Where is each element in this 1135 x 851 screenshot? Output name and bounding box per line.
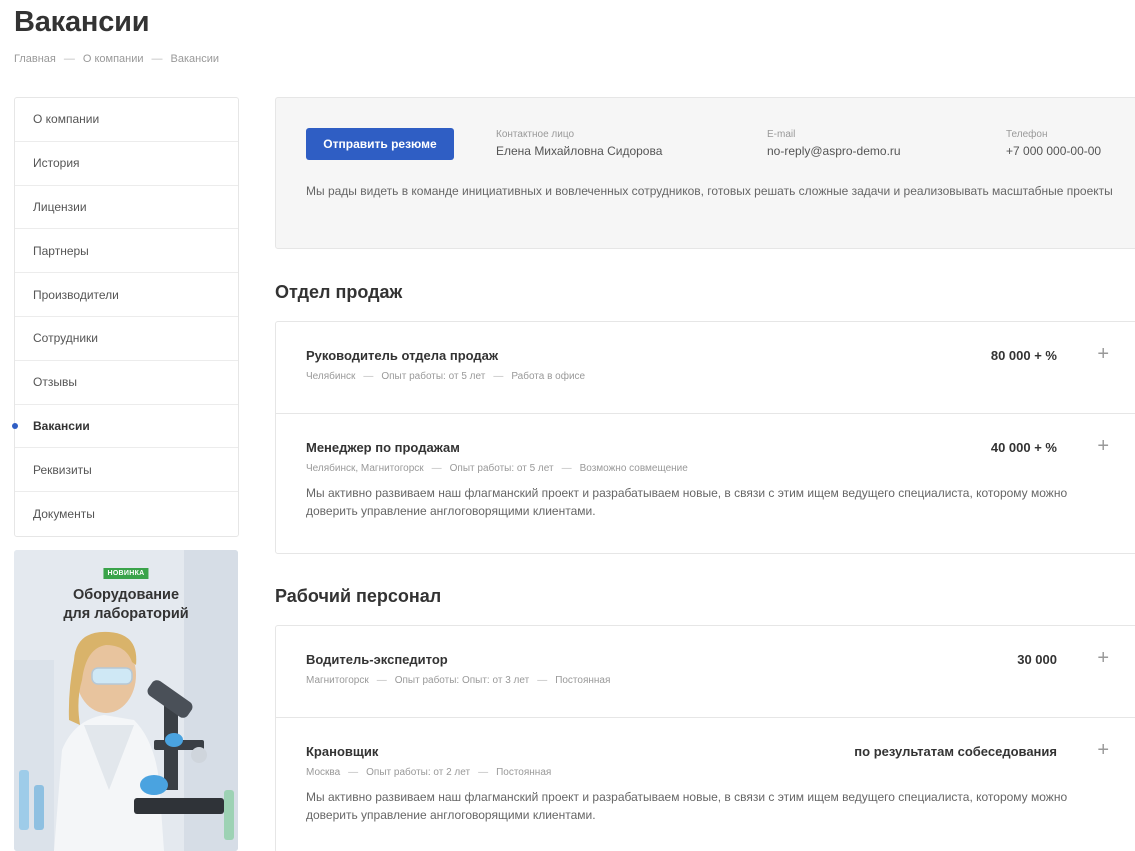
contact-email-value[interactable]: no-reply@aspro-demo.ru [767,144,901,158]
contact-person: Контактное лицо Елена Михайловна Сидоров… [496,129,662,158]
meta-separator: — [478,767,489,778]
vacancy-city: Челябинск, Магнитогорск [306,463,424,474]
sidebar-item-about[interactable]: О компании [15,98,238,142]
vacancy-type: Постоянная [496,767,552,778]
meta-separator: — [493,371,504,382]
section-title-sales: Отдел продаж [275,282,403,302]
meta-separator: — [561,463,572,474]
vacancy-salary: 30 000 [1017,652,1057,667]
sidebar-item-documents[interactable]: Документы [15,492,238,536]
contact-panel: Отправить резюме Контактное лицо Елена М… [275,97,1135,249]
sidebar-item-manufacturers[interactable]: Производители [15,273,238,317]
breadcrumb-about[interactable]: О компании [83,53,144,65]
vacancy-description: Мы активно развиваем наш флагманский про… [306,486,1068,518]
sidebar-item-partners[interactable]: Партнеры [15,229,238,274]
section-title-workers: Рабочий персонал [275,586,442,606]
vacancy-experience: Опыт работы: от 5 лет [449,463,554,474]
breadcrumb-home[interactable]: Главная [14,53,56,65]
plus-icon[interactable]: + [1097,344,1109,364]
vacancy-experience: Опыт работы: Опыт: от 3 лет [394,675,530,686]
sidebar-item-history[interactable]: История [15,142,238,186]
plus-icon[interactable]: + [1097,648,1109,668]
contact-person-value: Елена Михайловна Сидорова [496,144,663,158]
new-badge: НОВИНКА [103,568,149,579]
vacancy-experience: Опыт работы: от 5 лет [381,371,486,382]
contact-phone-label: Телефон [1006,129,1048,140]
vacancy-type: Возможно совмещение [579,463,688,474]
meta-separator: — [431,463,442,474]
vacancy-item[interactable]: Руководитель отдела продаж 80 000 + % + … [276,322,1135,414]
vacancy-city: Магнитогорск [306,675,369,686]
breadcrumb-separator: — [151,53,163,65]
meta-separator: — [537,675,548,686]
meta-separator: — [363,371,374,382]
sidebar-item-reviews[interactable]: Отзывы [15,361,238,405]
sidebar-item-licenses[interactable]: Лицензии [15,186,238,230]
contact-email-label: E-mail [767,129,796,140]
vacancy-item[interactable]: Крановщик по результатам собеседования +… [276,718,1135,851]
contact-email: E-mail no-reply@aspro-demo.ru [767,129,901,158]
vacancy-experience: Опыт работы: от 2 лет [366,767,471,778]
breadcrumb-current: Вакансии [170,53,220,65]
meta-separator: — [348,767,359,778]
vacancy-meta: Магнитогорск — Опыт работы: Опыт: от 3 л… [306,675,1114,686]
vacancy-group-sales: Руководитель отдела продаж 80 000 + % + … [275,321,1135,554]
sidebar-item-requisites[interactable]: Реквизиты [15,448,238,493]
vacancy-description: Мы активно развиваем наш флагманский про… [306,790,1068,822]
breadcrumb-separator: — [63,53,75,65]
vacancy-salary: 40 000 + % [990,440,1057,455]
sidebar-menu: О компании История Лицензии Партнеры Про… [12,97,239,537]
vacancy-salary: 80 000 + % [990,348,1057,363]
vacancy-meta: Челябинск, Магнитогорск — Опыт работы: о… [306,463,1114,474]
breadcrumb: Главная — О компании — Вакансии [14,53,219,65]
vacancy-title[interactable]: Водитель-экспедитор [306,652,1114,667]
sidebar-item-vacancies[interactable]: Вакансии [12,405,238,449]
vacancy-group-workers: Водитель-экспедитор 30 000 + Магнитогорс… [275,625,1135,851]
vacancy-item[interactable]: Водитель-экспедитор 30 000 + Магнитогорс… [276,626,1135,718]
vacancy-salary: по результатам собеседования [854,744,1057,759]
meta-separator: — [376,675,387,686]
promo-title: Оборудование для лабораторий [14,586,238,624]
vacancy-city: Челябинск [306,371,356,382]
promo-title-line1: Оборудование [72,587,180,603]
plus-icon[interactable]: + [1097,436,1109,456]
vacancy-meta: Челябинск — Опыт работы: от 5 лет — Рабо… [306,371,1114,382]
vacancy-type: Работа в офисе [511,371,586,382]
plus-icon[interactable]: + [1097,740,1109,760]
page-title: Вакансии [14,6,150,38]
sidebar-item-staff[interactable]: Сотрудники [15,317,238,361]
contact-phone: Телефон +7 000 000-00-00 [1006,129,1101,158]
vacancy-city: Москва [306,767,341,778]
vacancy-item[interactable]: Менеджер по продажам 40 000 + % + Челяби… [276,414,1135,553]
contact-person-label: Контактное лицо [496,129,575,140]
contact-description: Мы рады видеть в команде инициативных и … [306,184,1113,198]
vacancy-type: Постоянная [555,675,611,686]
vacancy-meta: Москва — Опыт работы: от 2 лет — Постоян… [306,767,1114,778]
promo-banner[interactable]: НОВИНКА Оборудование для лабораторий [14,550,238,851]
contact-phone-value[interactable]: +7 000 000-00-00 [1006,144,1101,158]
promo-title-line2: для лабораторий [63,606,189,622]
send-resume-button[interactable]: Отправить резюме [306,128,454,160]
